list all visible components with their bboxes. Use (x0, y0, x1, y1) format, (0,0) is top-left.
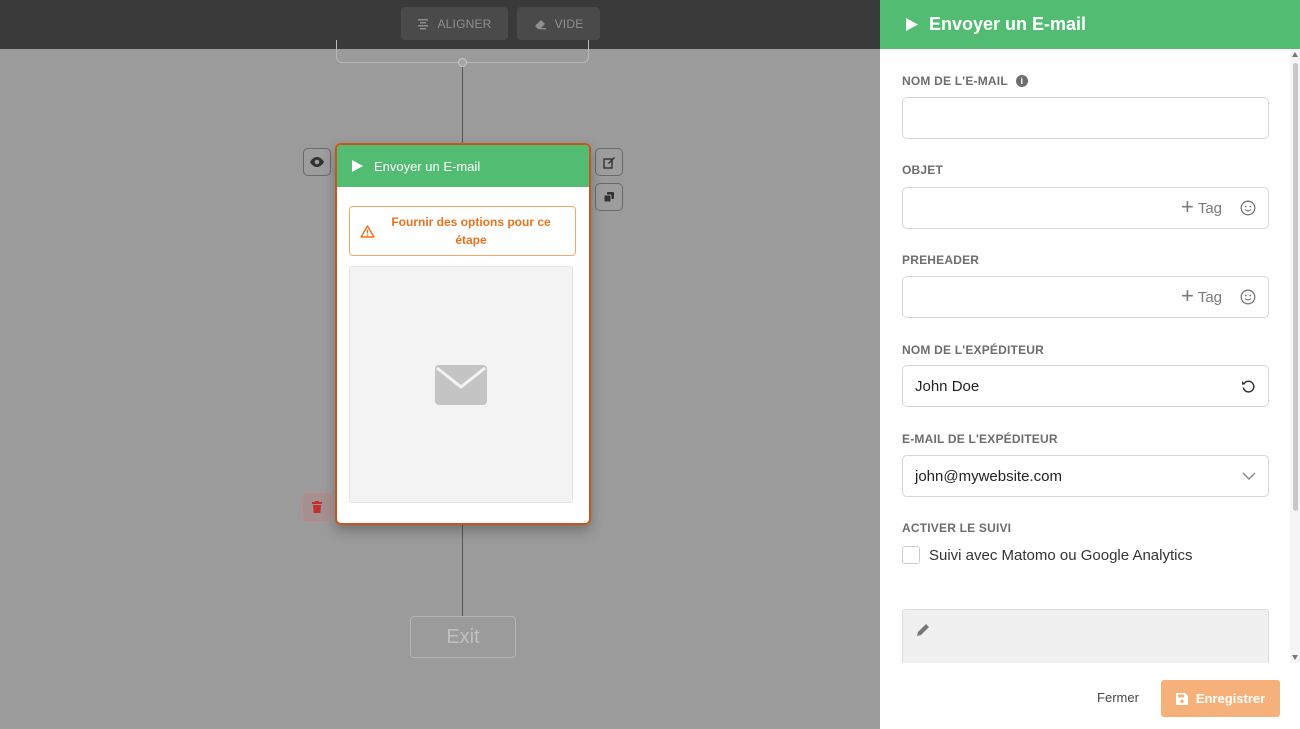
preview-button[interactable] (303, 148, 331, 176)
panel-header: Envoyer un E-mail (880, 0, 1300, 49)
tracking-checkbox[interactable] (902, 546, 920, 564)
copy-icon (603, 192, 614, 203)
warning-icon (360, 224, 375, 238)
clear-button-label: VIDE (554, 16, 584, 31)
close-button[interactable]: Fermer (1088, 687, 1148, 707)
email-preview-placeholder (349, 266, 573, 503)
align-icon (418, 18, 429, 29)
email-name-label: NOM DE L'E-MAIL i (902, 74, 1028, 88)
eye-icon (310, 157, 324, 167)
edit-button[interactable] (595, 148, 623, 176)
sender-email-label-text: E-MAIL DE L'EXPÉDITEUR (902, 432, 1058, 446)
preheader-label-text: PREHEADER (902, 253, 980, 267)
sender-name-label-text: NOM DE L'EXPÉDITEUR (902, 343, 1044, 357)
sender-name-label: NOM DE L'EXPÉDITEUR (902, 343, 1044, 357)
chevron-down-icon (1242, 472, 1256, 480)
email-content-editor[interactable] (902, 609, 1269, 663)
preheader-label: PREHEADER (902, 253, 979, 267)
reset-icon[interactable] (1241, 379, 1256, 394)
plus-icon: + (1180, 283, 1194, 308)
sender-email-value: john@mywebsite.com (915, 467, 1062, 485)
save-button[interactable]: Enregistrer (1161, 680, 1280, 717)
email-name-input[interactable] (902, 97, 1269, 139)
sender-name-input[interactable]: John Doe (902, 365, 1269, 407)
preheader-tag-label: Tag (1197, 288, 1222, 306)
scroll-thumb[interactable] (1293, 63, 1298, 511)
info-icon[interactable]: i (1015, 75, 1028, 87)
subject-label: OBJET (902, 163, 943, 177)
panel-scrollbar[interactable] (1290, 49, 1300, 663)
duplicate-button[interactable] (595, 183, 623, 211)
clear-button[interactable]: VIDE (517, 7, 600, 40)
save-icon (1175, 692, 1188, 705)
envelope-icon (435, 364, 487, 405)
preheader-add-tag-button[interactable]: + Tag (1180, 283, 1222, 308)
exit-node-label: Exit (446, 625, 480, 648)
node-title: Envoyer un E-mail (374, 158, 481, 174)
node-header: Envoyer un E-mail (337, 145, 589, 187)
tracking-label-text: ACTIVER LE SUIVI (902, 521, 1012, 535)
delete-button[interactable] (303, 493, 331, 521)
node-warning: Fournir des options pour ce étape (349, 206, 576, 256)
subject-add-tag-button[interactable]: + Tag (1180, 194, 1222, 219)
preheader-input[interactable]: + Tag (902, 276, 1269, 318)
plus-icon: + (1180, 194, 1194, 219)
email-step-node[interactable]: Envoyer un E-mail Fournir des options po… (335, 143, 591, 525)
eraser-icon (534, 19, 546, 29)
tracking-label: ACTIVER LE SUIVI (902, 521, 1011, 535)
sender-email-label: E-MAIL DE L'EXPÉDITEUR (902, 432, 1058, 446)
emoji-icon[interactable] (1240, 200, 1256, 216)
trash-icon (312, 501, 322, 513)
connector-line (462, 67, 463, 143)
pencil-icon (917, 624, 929, 636)
subject-label-text: OBJET (902, 163, 944, 177)
tracking-checkbox-row[interactable]: Suivi avec Matomo ou Google Analytics (902, 546, 1192, 564)
panel-form: NOM DE L'E-MAIL i OBJET + Tag PREHEADER … (880, 49, 1300, 663)
scroll-down-arrow[interactable] (1292, 655, 1298, 660)
workflow-canvas[interactable]: ALIGNER VIDE Envoyer un E-mail Fournir d… (0, 0, 880, 729)
play-icon (352, 160, 363, 172)
sender-name-value: John Doe (915, 377, 980, 395)
tracking-checkbox-label: Suivi avec Matomo ou Google Analytics (929, 546, 1193, 564)
connector-line (462, 525, 463, 616)
panel-footer: Fermer Enregistrer (880, 663, 1300, 729)
emoji-icon[interactable] (1240, 289, 1256, 305)
node-warning-text: Fournir des options pour ce étape (391, 215, 551, 247)
align-button[interactable]: ALIGNER (401, 7, 508, 40)
connector-dot[interactable] (458, 58, 467, 67)
scroll-up-arrow[interactable] (1292, 52, 1298, 57)
exit-node[interactable]: Exit (410, 616, 516, 658)
panel-title: Envoyer un E-mail (929, 14, 1087, 34)
subject-input[interactable]: + Tag (902, 187, 1269, 229)
save-button-label: Enregistrer (1195, 691, 1266, 706)
edit-icon (602, 156, 615, 169)
align-button-label: ALIGNER (437, 16, 492, 31)
play-icon (906, 18, 918, 31)
sender-email-select[interactable]: john@mywebsite.com (902, 455, 1269, 497)
subject-tag-label: Tag (1197, 199, 1222, 217)
step-settings-panel: Envoyer un E-mail NOM DE L'E-MAIL i OBJE… (880, 0, 1300, 729)
email-name-label-text: NOM DE L'E-MAIL (902, 74, 1008, 88)
